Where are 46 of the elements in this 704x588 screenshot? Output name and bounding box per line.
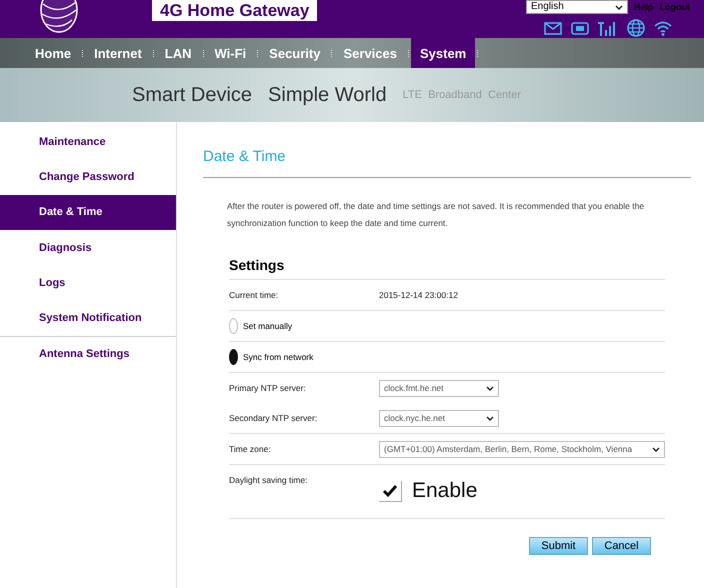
chevron-down-icon <box>652 446 660 452</box>
nav-tab[interactable]: Home <box>26 38 80 68</box>
nav-tab[interactable]: Internet <box>85 38 151 68</box>
time-zone-dropdown[interactable]: (GMT+01:00) Amsterdam, Berlin, Bern, Rome, Stockholm, Vienna <box>379 440 665 458</box>
sim-card-icon[interactable] <box>571 22 589 34</box>
nav-tab[interactable]: LAN <box>156 38 201 68</box>
signal-icon[interactable] <box>598 20 618 36</box>
radio-button[interactable] <box>229 318 238 334</box>
sidebar-item[interactable]: Date & Time <box>0 194 176 230</box>
checkbox-label: Enable <box>412 479 478 503</box>
field-label: Primary NTP server: <box>229 383 307 393</box>
chevron-down-icon <box>486 416 494 420</box>
field-label: Daylight saving time: <box>229 475 308 485</box>
banner-slogan: Simple World <box>268 84 387 106</box>
chevron-down-icon <box>614 4 623 10</box>
ntp-server-dropdown[interactable]: clock.fmt.he.net <box>379 380 499 396</box>
ntp-server-dropdown[interactable]: clock.nyc.he.net <box>379 410 499 426</box>
globe-icon[interactable] <box>627 19 645 37</box>
radio-label: Set manually <box>243 321 292 331</box>
sidebar-item[interactable]: System Notification <box>0 300 176 337</box>
field-label: Secondary NTP server: <box>229 413 318 423</box>
mail-icon[interactable] <box>544 22 562 34</box>
checkbox[interactable] <box>379 480 402 502</box>
wifi-icon[interactable] <box>654 20 672 36</box>
form-button[interactable]: Submit <box>529 537 588 555</box>
language-dropdown[interactable]: English <box>526 0 628 14</box>
nav-tab[interactable]: Wi-Fi <box>206 38 256 68</box>
form-button[interactable]: Cancel <box>592 537 651 555</box>
sidebar-item[interactable]: Antenna Settings <box>0 336 176 372</box>
sidebar-item[interactable]: Maintenance <box>0 124 176 160</box>
chevron-down-icon <box>486 386 494 390</box>
banner-slogan: Smart Device <box>132 84 252 106</box>
banner-subtitle: LTE Broadband Center <box>402 89 522 101</box>
nav-tab[interactable]: System <box>410 38 476 68</box>
radio-label: Sync from network <box>243 352 314 362</box>
sidebar-item[interactable]: Logs <box>0 265 176 300</box>
product-title: 4G Home Gateway <box>152 0 318 21</box>
field-label: Current time: <box>229 290 280 300</box>
sidebar-item[interactable]: Diagnosis <box>0 230 176 266</box>
sidebar-item[interactable]: Change Password <box>0 159 176 195</box>
section-heading: Settings <box>229 257 665 280</box>
current-time-value: 2015-12-14 23:00:12 <box>379 290 458 300</box>
radio-button[interactable] <box>229 349 238 365</box>
description-text: After the router is powered off, the date and time settings are not saved. It is recommended that you enable the synchronization function to keep the date and time current. <box>227 200 646 230</box>
page-title: Date & Time <box>203 122 691 178</box>
field-label: Time zone: <box>229 444 272 454</box>
